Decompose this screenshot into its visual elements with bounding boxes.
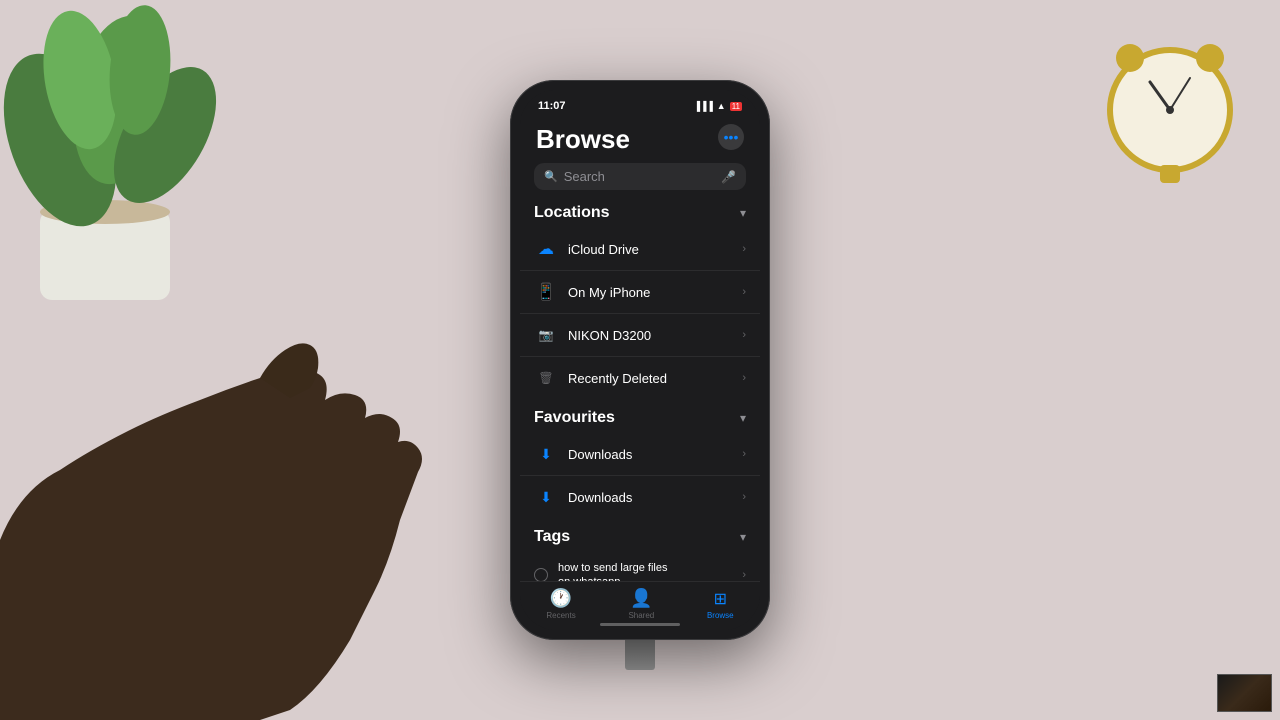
location-item-camera[interactable]: 📷 NIKON D3200 › [520, 314, 760, 357]
clock-decoration [1090, 10, 1250, 195]
trash-icon: 🗑 [534, 366, 558, 390]
search-bar[interactable]: 🔍 Search 🎤 [534, 163, 746, 190]
tags-title: Tags [534, 528, 570, 546]
signal-icon: ▐▐▐ [694, 101, 713, 111]
shared-icon: 👤 [630, 588, 652, 604]
hand-overlay [0, 140, 480, 720]
status-icons: ▐▐▐ ▲ 11 [694, 101, 742, 111]
icloud-icon: ☁ [534, 237, 558, 261]
downloads2-chevron: › [742, 491, 746, 503]
tab-shared[interactable]: 👤 Shared [628, 588, 654, 604]
browse-title: Browse [536, 124, 630, 155]
camera-label: NIKON D3200 [568, 328, 742, 343]
camera-chevron: › [742, 329, 746, 341]
downloads2-icon: ⬇ [534, 485, 558, 509]
search-icon: 🔍 [544, 170, 558, 183]
phone-screen: 11:07 ▐▐▐ ▲ 11 Browse ••• 🔍 Search [520, 90, 760, 630]
phone-outer: 11:07 ▐▐▐ ▲ 11 Browse ••• 🔍 Search [510, 80, 770, 640]
recents-icon: 🕐 [550, 588, 572, 604]
downloads2-label: Downloads [568, 490, 742, 505]
location-item-icloud[interactable]: ☁ iCloud Drive › [520, 228, 760, 271]
downloads1-label: Downloads [568, 447, 742, 462]
browse-icon: ⊞ [714, 589, 727, 605]
location-item-trash[interactable]: 🗑 Recently Deleted › [520, 357, 760, 399]
downloads1-icon: ⬇ [534, 442, 558, 466]
home-indicator [600, 623, 680, 626]
favourites-title: Favourites [534, 409, 615, 427]
favourites-header: Favourites ▾ [520, 405, 760, 433]
tags-collapse-icon[interactable]: ▾ [740, 530, 746, 544]
iphone-chevron: › [742, 286, 746, 298]
status-time: 11:07 [538, 100, 566, 112]
status-bar: 11:07 ▐▐▐ ▲ 11 [520, 90, 760, 116]
icloud-chevron: › [742, 243, 746, 255]
trash-chevron: › [742, 372, 746, 384]
locations-title: Locations [534, 204, 610, 222]
favourites-collapse-icon[interactable]: ▾ [740, 411, 746, 425]
location-item-iphone[interactable]: 📱 On My iPhone › [520, 271, 760, 314]
tags-header: Tags ▾ [520, 524, 760, 552]
search-placeholder: Search [564, 169, 715, 184]
camera-icon: 📷 [534, 323, 558, 347]
locations-collapse-icon[interactable]: ▾ [740, 206, 746, 220]
battery-icon: 11 [730, 102, 742, 111]
icloud-label: iCloud Drive [568, 242, 742, 257]
iphone-label: On My iPhone [568, 285, 742, 300]
locations-list: ☁ iCloud Drive › 📱 On My iPhone › 📷 NIKO… [520, 228, 760, 399]
whatsapp-chevron: › [742, 569, 746, 581]
downloads1-chevron: › [742, 448, 746, 460]
thumbnail-preview [1217, 674, 1272, 712]
favourite-item-downloads1[interactable]: ⬇ Downloads › [520, 433, 760, 476]
tab-bar: 🕐 Recents 👤 Shared ⊞ Browse [520, 581, 760, 604]
more-button[interactable]: ••• [718, 124, 744, 150]
favourites-list: ⬇ Downloads › ⬇ Downloads › [520, 433, 760, 518]
mic-icon: 🎤 [721, 170, 736, 184]
trash-label: Recently Deleted [568, 371, 742, 386]
locations-header: Locations ▾ [520, 200, 760, 228]
screen-content[interactable]: Browse ••• 🔍 Search 🎤 Locations ▾ [520, 116, 760, 604]
browse-header: Browse ••• [520, 116, 760, 159]
favourite-item-downloads2[interactable]: ⬇ Downloads › [520, 476, 760, 518]
tab-browse[interactable]: ⊞ Browse [707, 589, 734, 605]
wifi-icon: ▲ [717, 101, 726, 111]
phone: 11:07 ▐▐▐ ▲ 11 Browse ••• 🔍 Search [510, 80, 770, 640]
iphone-icon: 📱 [534, 280, 558, 304]
tab-recents[interactable]: 🕐 Recents [546, 588, 575, 604]
